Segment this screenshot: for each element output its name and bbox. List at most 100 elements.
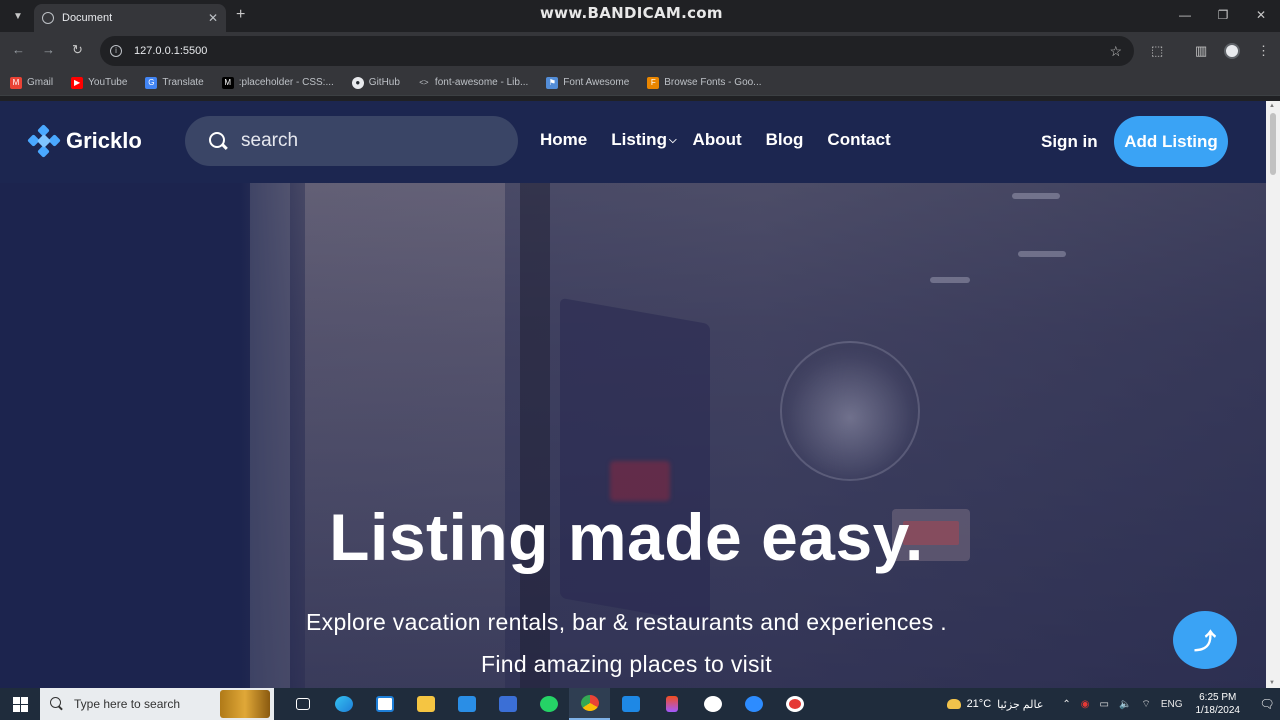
search-box[interactable] (185, 116, 518, 166)
bookmark-gmail[interactable]: M Gmail (10, 76, 53, 89)
mail-icon (457, 696, 476, 712)
nav-listing-label: Listing (611, 130, 667, 149)
forward-arrow-icon[interactable]: → (42, 42, 55, 57)
input-language[interactable]: ENG (1161, 699, 1183, 710)
taskbar-mail[interactable] (446, 688, 487, 720)
taskbar-bandicam[interactable] (774, 688, 815, 720)
weather-temperature: 21°C (966, 698, 992, 710)
page-scrollbar[interactable]: ▲ ▼ (1266, 101, 1280, 688)
taskbar-file-explorer[interactable] (405, 688, 446, 720)
menu-kebab-icon[interactable]: ⋮ (1257, 43, 1270, 59)
translate-icon: G (145, 76, 158, 89)
taskbar-edge[interactable] (323, 688, 364, 720)
search-icon (209, 132, 227, 150)
hero-lamp-shape (780, 341, 920, 481)
bookmark-font-awesome[interactable]: ⚑ Font Awesome (546, 76, 629, 89)
partly-cloudy-icon (946, 699, 961, 709)
taskbar-clock[interactable]: 6:25 PM 1/18/2024 (1196, 691, 1241, 717)
tab-search-button[interactable]: ▼ (8, 6, 28, 26)
new-tab-button[interactable]: + (236, 6, 245, 24)
taskbar-chrome[interactable] (569, 688, 610, 720)
nav-about[interactable]: About (693, 130, 742, 150)
battery-icon[interactable]: ▭ (1100, 699, 1109, 710)
taskbar-store[interactable] (364, 688, 405, 720)
bookmark-font-awesome-lib[interactable]: <> font-awesome - Lib... (418, 77, 528, 89)
taskbar-whatsapp[interactable] (528, 688, 569, 720)
code-icon: <> (419, 77, 429, 87)
taskbar-vscode[interactable] (610, 688, 651, 720)
bookmark-youtube[interactable]: ▶ YouTube (71, 76, 127, 89)
chevron-down-icon: ⌵ (668, 134, 677, 146)
logo-icon (27, 124, 61, 158)
site-info-icon[interactable]: i (110, 45, 122, 57)
volume-icon[interactable]: 🔈 (1119, 699, 1131, 710)
tab-close-icon[interactable]: ✕ (208, 11, 218, 25)
weather-widget[interactable]: 21°C عالم جزئيا (946, 698, 1044, 711)
add-listing-button[interactable]: Add Listing (1114, 116, 1228, 167)
tab-title: Document (62, 12, 113, 24)
edge-icon (334, 696, 353, 712)
url-text: 127.0.0.1:5500 (134, 45, 208, 57)
wifi-icon[interactable]: ⌔ (1141, 698, 1150, 711)
bookmark-star-icon[interactable]: ☆ (1109, 43, 1122, 60)
weather-description: عالم جزئيا (997, 698, 1044, 711)
scrollbar-thumb[interactable] (1270, 113, 1276, 175)
hero-light-shape (930, 277, 970, 283)
taskbar-search-box[interactable]: Type here to search (40, 688, 274, 720)
scroll-to-top-button[interactable]: ⤴ (1173, 611, 1237, 669)
hero-light-shape (1012, 193, 1060, 199)
record-icon (785, 696, 804, 712)
window-controls: — ❐ ✕ (1166, 0, 1280, 32)
back-arrow-icon[interactable]: ← (12, 42, 25, 57)
profile-avatar[interactable] (1224, 43, 1240, 59)
bookmark-css-placeholder[interactable]: M :placeholder - CSS:... (221, 76, 334, 89)
task-view-button[interactable] (282, 688, 323, 720)
bookmark-github[interactable]: ● GitHub (351, 76, 400, 89)
github-icon (703, 696, 722, 712)
nav-listing[interactable]: Listing ⌵ (611, 130, 676, 150)
bookmark-google-fonts[interactable]: F Browse Fonts - Goo... (647, 76, 762, 89)
zoom-icon (744, 696, 763, 712)
nav-home[interactable]: Home (540, 130, 587, 150)
main-nav: Home Listing ⌵ About Blog Contact (540, 130, 915, 150)
site-logo[interactable]: Gricklo (27, 124, 142, 158)
taskbar-figma[interactable] (651, 688, 692, 720)
extensions-icon[interactable]: ⬚ (1151, 43, 1163, 59)
taskbar-github-desktop[interactable] (692, 688, 733, 720)
search-input[interactable] (241, 130, 491, 152)
side-panel-icon[interactable]: ▥ (1195, 43, 1207, 59)
taskbar-calendar[interactable] (487, 688, 528, 720)
scroll-down-arrow-icon[interactable]: ▼ (1269, 680, 1275, 686)
logo-text: Gricklo (66, 128, 142, 153)
recording-indicator-icon[interactable]: ◉ (1081, 699, 1090, 710)
minimize-button[interactable]: — (1166, 0, 1204, 32)
chevron-up-icon[interactable]: ⌃ (1062, 699, 1070, 710)
clock-date: 1/18/2024 (1195, 705, 1241, 716)
scroll-up-arrow-icon[interactable]: ▲ (1269, 103, 1275, 109)
browser-tab-active[interactable]: Document ✕ (34, 4, 226, 32)
nav-blog[interactable]: Blog (766, 130, 804, 150)
signin-link[interactable]: Sign in (1041, 132, 1098, 152)
taskbar-zoom[interactable] (733, 688, 774, 720)
search-highlight-image (220, 690, 270, 718)
windows-logo-icon (12, 696, 28, 712)
notification-icon[interactable]: 🗨 (1254, 697, 1280, 711)
whatsapp-icon (539, 696, 558, 712)
reload-icon[interactable]: ↻ (72, 42, 83, 58)
browser-tabstrip: ▼ Document ✕ + www.BANDICAM.com — ❐ ✕ (0, 0, 1280, 32)
globe-icon (42, 12, 54, 24)
hero-tagline: Find amazing places to visit (481, 651, 772, 677)
bookmark-translate[interactable]: G Translate (145, 76, 204, 89)
store-icon (375, 696, 394, 712)
windows-taskbar: Type here to search 21°C عالم جزئيا ⌃ ◉ … (0, 688, 1280, 720)
maximize-button[interactable]: ❐ (1204, 0, 1242, 32)
chrome-icon (580, 695, 599, 711)
clock-time: 6:25 PM (1199, 692, 1237, 703)
nav-contact[interactable]: Contact (827, 130, 890, 150)
start-button[interactable] (0, 688, 40, 720)
task-view-icon (295, 698, 310, 710)
search-icon (50, 697, 64, 711)
close-window-button[interactable]: ✕ (1242, 0, 1280, 32)
bookmarks-bar: M Gmail ▶ YouTube G Translate M :placeho… (0, 70, 1280, 96)
address-bar[interactable]: i 127.0.0.1:5500 ☆ (100, 36, 1134, 66)
